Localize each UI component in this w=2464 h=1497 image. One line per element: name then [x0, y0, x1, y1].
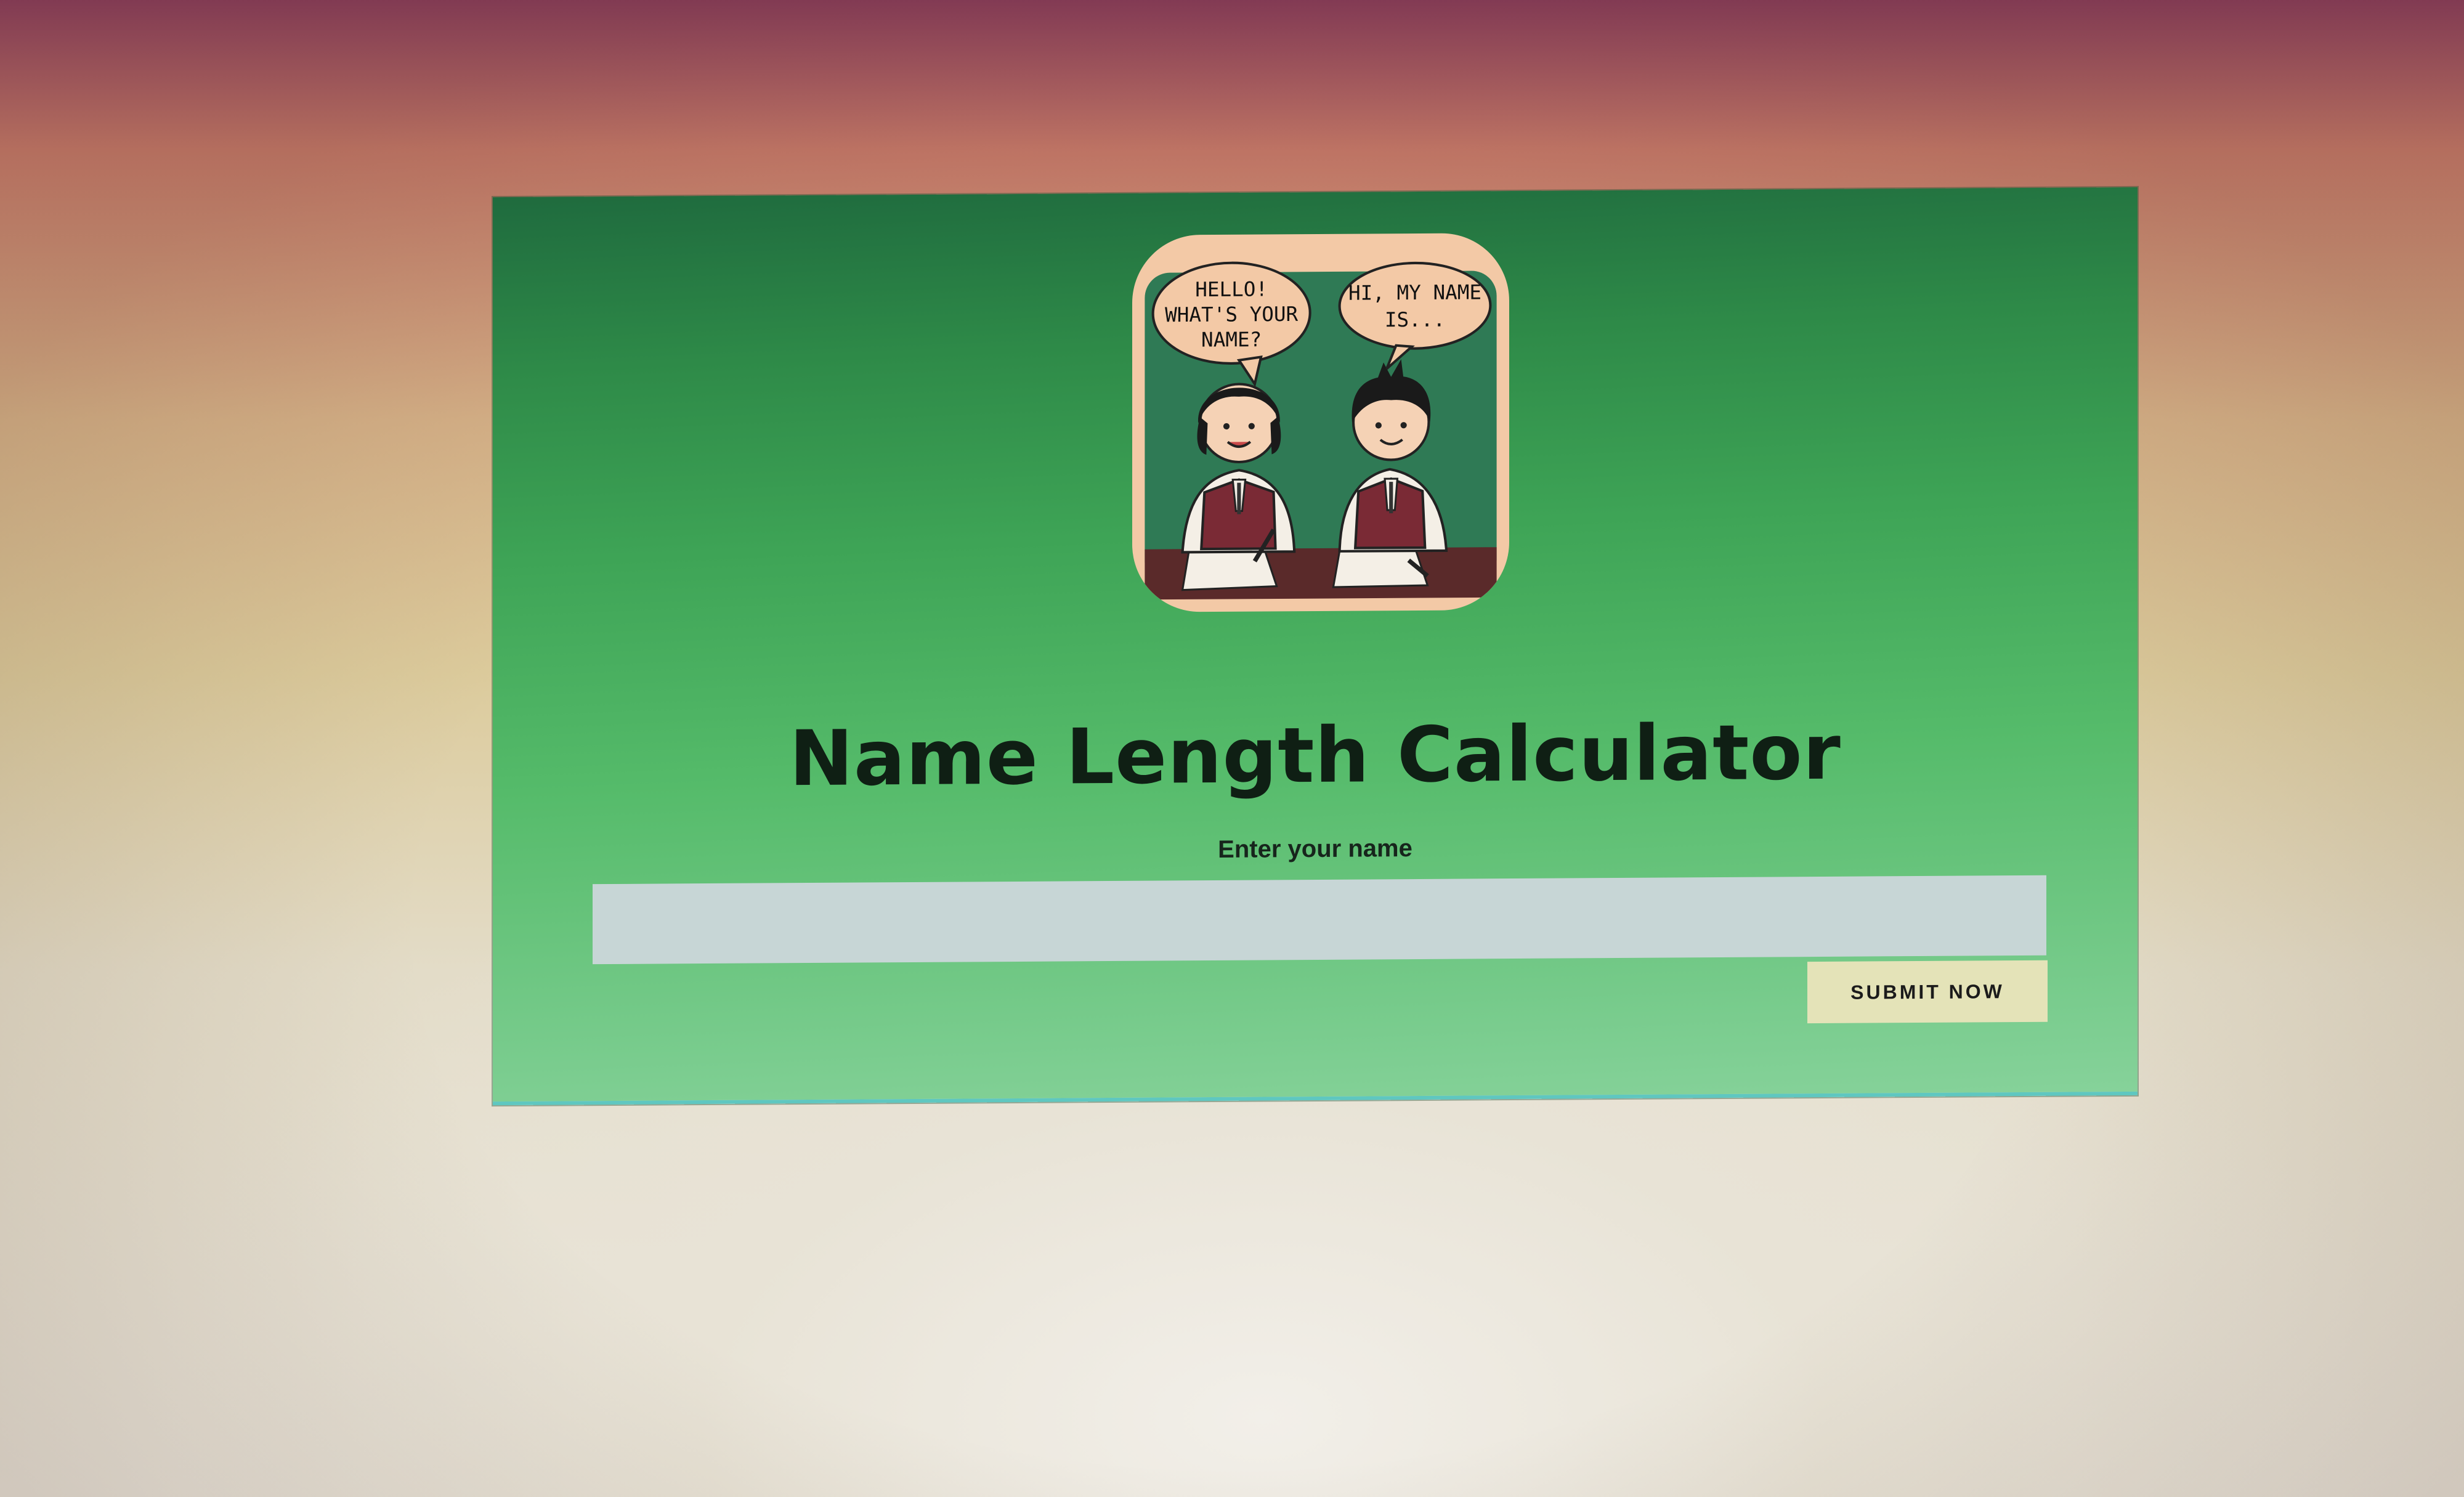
speech-right-line-2: IS...	[1385, 308, 1445, 332]
page-title: Name Length Calculator	[789, 708, 1841, 804]
speech-left-line-1: HELLO!	[1195, 277, 1268, 301]
speech-left-line-2: WHAT'S YOUR	[1165, 302, 1298, 327]
name-input[interactable]	[593, 875, 2046, 965]
two-students-talking-icon: HELLO! WHAT'S YOUR NAME? HI, MY NAME IS.…	[1132, 233, 1509, 612]
submit-button[interactable]: SUBMIT NOW	[1807, 960, 2048, 1024]
speech-left-line-3: NAME?	[1201, 328, 1262, 352]
speech-right-line-1: HI, MY NAME	[1348, 280, 1481, 304]
name-field-label: Enter your name	[1218, 835, 1412, 863]
calculator-panel: HELLO! WHAT'S YOUR NAME? HI, MY NAME IS.…	[493, 187, 2138, 1106]
